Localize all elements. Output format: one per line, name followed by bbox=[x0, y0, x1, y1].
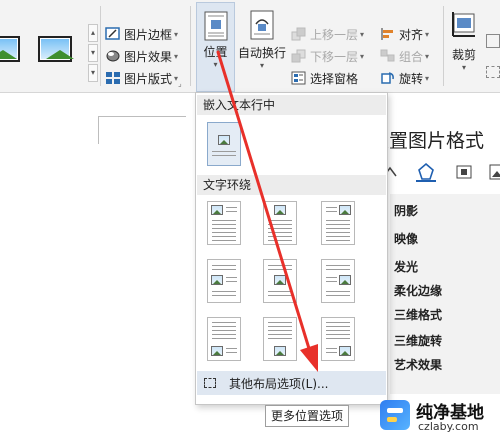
page-corner-mark bbox=[98, 116, 186, 117]
picture-effects-button[interactable]: 图片效果 ▾ bbox=[105, 46, 178, 66]
page-corner-mark bbox=[98, 116, 99, 144]
gallery-scroll-down[interactable]: ▾ bbox=[88, 44, 98, 62]
selection-pane-icon bbox=[291, 71, 307, 85]
pane-item-artistic-effects[interactable]: 艺术效果 bbox=[394, 356, 442, 373]
position-bottom-left-option[interactable] bbox=[207, 317, 241, 361]
wrap-text-icon bbox=[249, 10, 275, 40]
crop-fit-icon[interactable] bbox=[486, 66, 500, 78]
align-icon bbox=[380, 27, 396, 41]
pane-item-reflection[interactable]: 映像 bbox=[394, 230, 418, 247]
position-bottom-right-option[interactable] bbox=[321, 317, 355, 361]
chevron-down-icon: ▾ bbox=[360, 51, 365, 61]
picture-effects-label: 图片效果 bbox=[124, 49, 173, 64]
chevron-down-icon: ▾ bbox=[213, 60, 218, 69]
layout-options-icon bbox=[204, 378, 216, 388]
effects-tab[interactable] bbox=[416, 162, 436, 182]
crop-label: 裁剪 bbox=[451, 48, 476, 62]
position-inline-option[interactable] bbox=[207, 122, 241, 166]
rotate-icon bbox=[380, 71, 396, 85]
chevron-down-icon: ▾ bbox=[425, 73, 430, 83]
effects-icon bbox=[105, 49, 121, 63]
picture-tab[interactable] bbox=[488, 162, 500, 182]
pane-item-3d-rotation[interactable]: 三维旋转 bbox=[394, 332, 442, 349]
layout-properties-tab[interactable] bbox=[454, 162, 474, 182]
watermark-logo-icon bbox=[380, 400, 410, 430]
pane-item-3d-format[interactable]: 三维格式 bbox=[394, 306, 442, 323]
inline-header: 嵌入文本行中 bbox=[197, 95, 386, 115]
wrap-text-button[interactable]: 自动换行 ▾ bbox=[236, 10, 288, 70]
watermark-url: czlaby.com bbox=[418, 420, 479, 433]
chevron-down-icon: ▾ bbox=[461, 63, 466, 72]
layout-icon bbox=[105, 71, 121, 85]
send-backward-icon bbox=[291, 49, 307, 63]
picture-layout-label: 图片版式 bbox=[124, 71, 173, 86]
more-layout-options-item[interactable]: 其他布局选项(L)... bbox=[197, 371, 386, 395]
pencil-icon bbox=[105, 27, 121, 41]
send-backward-label: 下移一层 bbox=[310, 49, 359, 64]
crop-button[interactable]: 裁剪 ▾ bbox=[447, 10, 481, 72]
ribbon-divider bbox=[100, 6, 101, 86]
group-label: 组合 bbox=[399, 49, 424, 64]
picture-border-button[interactable]: 图片边框 ▾ bbox=[105, 24, 178, 44]
tooltip: 更多位置选项 bbox=[265, 405, 350, 427]
position-middle-right-option[interactable] bbox=[321, 259, 355, 303]
selection-pane-button[interactable]: 选择窗格 bbox=[291, 68, 358, 88]
pane-item-glow[interactable]: 发光 bbox=[394, 258, 418, 275]
pane-item-shadow[interactable]: 阴影 bbox=[394, 202, 418, 219]
position-bottom-center-option[interactable] bbox=[263, 317, 297, 361]
rotate-label: 旋转 bbox=[399, 71, 424, 86]
group-icon bbox=[380, 49, 396, 63]
ribbon: ▴ ▾ ▾ 图片边框▾ 图片效果▾ 图片版式▾ ⌟ 位置 ▾ 自动换行 ▾ bbox=[0, 0, 500, 93]
position-dropdown: 嵌入文本行中 文字环绕 其他布局选项(L)... bbox=[195, 92, 388, 405]
wrap-text-label: 自动换行 bbox=[237, 46, 286, 60]
pane-tabs bbox=[370, 158, 500, 186]
picture-style-thumb-2[interactable] bbox=[38, 36, 74, 62]
chevron-down-icon: ▾ bbox=[360, 29, 365, 39]
gallery-more[interactable]: ▾ bbox=[88, 64, 98, 82]
crop-icon bbox=[451, 10, 477, 40]
picture-border-label: 图片边框 bbox=[124, 27, 173, 42]
site-watermark: 纯净基地 czlaby.com bbox=[376, 392, 500, 438]
picture-layout-button[interactable]: 图片版式 ▾ bbox=[105, 68, 178, 88]
position-icon bbox=[203, 11, 229, 41]
ribbon-divider bbox=[190, 6, 191, 86]
dialog-launcher-icon[interactable]: ⌟ bbox=[178, 79, 182, 88]
chevron-down-icon: ▾ bbox=[174, 29, 179, 39]
gallery-scroll-up[interactable]: ▴ bbox=[88, 24, 98, 42]
more-layout-options-label: 其他布局选项(L)... bbox=[229, 376, 329, 391]
chevron-down-icon: ▾ bbox=[174, 51, 179, 61]
bring-forward-icon bbox=[291, 27, 307, 41]
chevron-down-icon: ▾ bbox=[425, 29, 430, 39]
format-picture-pane: 设置图片格式 阴影 映像 发光 柔化边缘 三维格式 三维旋转 艺术效果 bbox=[370, 118, 500, 438]
pane-item-soft-edges[interactable]: 柔化边缘 bbox=[394, 282, 442, 299]
position-top-right-option[interactable] bbox=[321, 201, 355, 245]
pane-effects-list: 阴影 映像 发光 柔化边缘 三维格式 三维旋转 艺术效果 bbox=[390, 194, 500, 394]
chevron-down-icon: ▾ bbox=[259, 61, 264, 70]
picture-style-thumb-1[interactable] bbox=[0, 36, 20, 62]
crop-fill-icon[interactable] bbox=[486, 34, 500, 48]
align-button[interactable]: 对齐 ▾ bbox=[380, 24, 429, 44]
position-middle-center-option[interactable] bbox=[263, 259, 297, 303]
position-top-left-option[interactable] bbox=[207, 201, 241, 245]
selection-pane-label: 选择窗格 bbox=[310, 71, 359, 86]
rotate-button[interactable]: 旋转 ▾ bbox=[380, 68, 429, 88]
position-top-center-option[interactable] bbox=[263, 201, 297, 245]
chevron-down-icon: ▾ bbox=[425, 51, 430, 61]
wrap-header: 文字环绕 bbox=[197, 175, 386, 195]
ribbon-divider bbox=[443, 6, 444, 86]
send-backward-button[interactable]: 下移一层 ▾ bbox=[291, 46, 364, 66]
position-label: 位置 bbox=[203, 45, 228, 59]
group-button[interactable]: 组合 ▾ bbox=[380, 46, 429, 66]
position-button[interactable]: 位置 ▾ bbox=[196, 2, 235, 92]
bring-forward-button[interactable]: 上移一层 ▾ bbox=[291, 24, 364, 44]
align-label: 对齐 bbox=[399, 27, 424, 42]
position-middle-left-option[interactable] bbox=[207, 259, 241, 303]
bring-forward-label: 上移一层 bbox=[310, 27, 359, 42]
